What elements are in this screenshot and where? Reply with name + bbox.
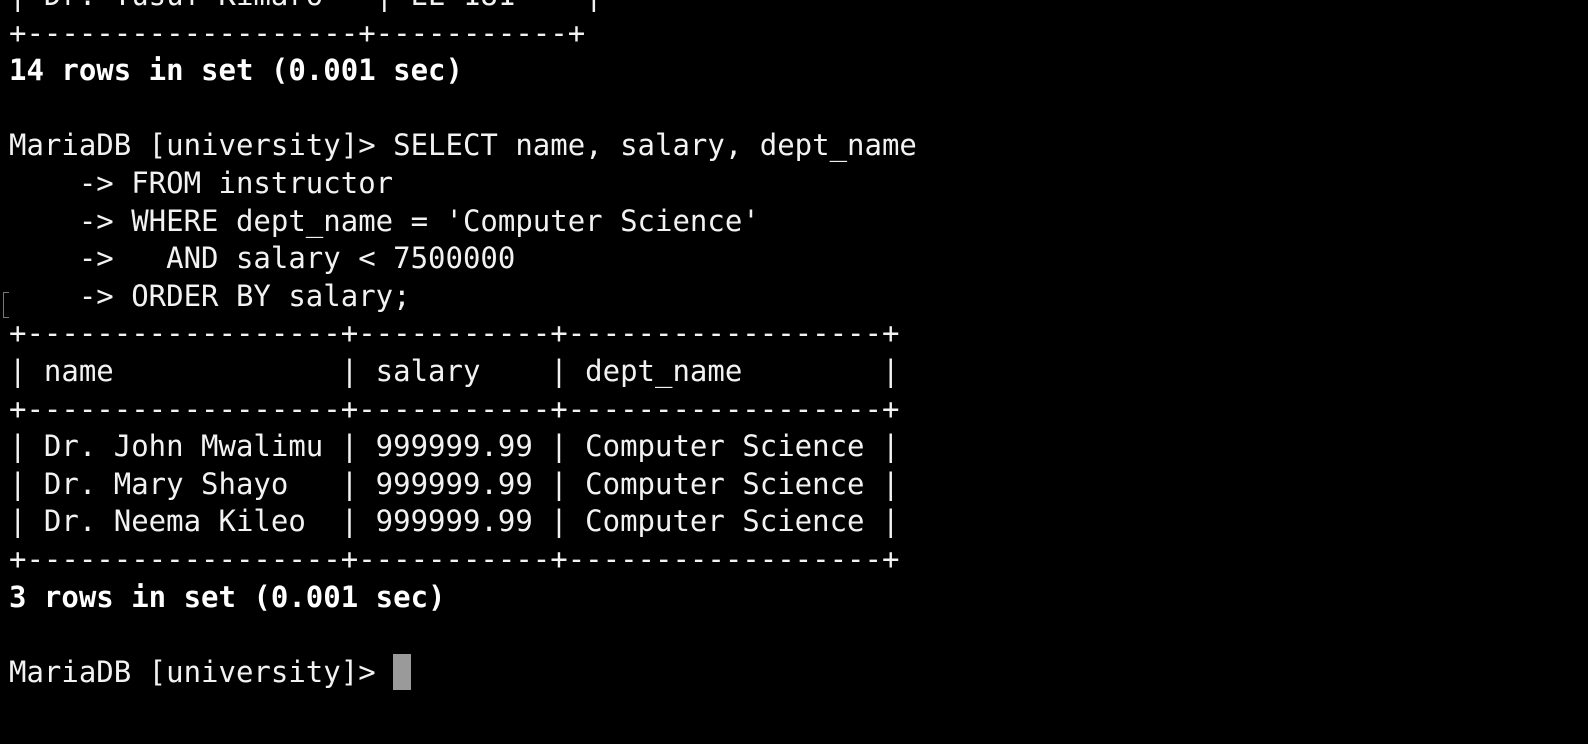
query-line-1: MariaDB [university]> SELECT name, salar…: [9, 128, 917, 163]
table-border-top: +------------------+-----------+--------…: [9, 316, 900, 351]
query-line-3: -> WHERE dept_name = 'Computer Science': [9, 203, 760, 238]
output-line-17: [9, 616, 917, 654]
query-line-2: -> FROM instructor: [9, 165, 394, 200]
table-header-row: | name | salary | dept_name |: [9, 353, 900, 388]
result-summary-2: 3 rows in set (0.001 sec): [9, 579, 446, 614]
table-row: | Dr. John Mwalimu | 999999.99 | Compute…: [9, 429, 900, 464]
table-row: | Dr. Mary Shayo | 999999.99 | Computer …: [9, 466, 900, 501]
output-line-3: [9, 90, 917, 128]
query-line-4: -> AND salary < 7500000: [9, 241, 516, 276]
terminal-output: | Dr. Yusuf Kimaro | EE-181 | +---------…: [9, 0, 917, 691]
text-cursor: [393, 653, 412, 690]
output-line-0: | Dr. Yusuf Kimaro | EE-181 |: [9, 0, 917, 15]
table-border-mid: +------------------+-----------+--------…: [9, 391, 900, 426]
table-border-bottom: +------------------+-----------+--------…: [9, 541, 900, 576]
output-line-1: +-------------------+-----------+: [9, 15, 586, 50]
prompt-line[interactable]: MariaDB [university]>: [9, 653, 917, 692]
query-line-5: -> ORDER BY salary;: [9, 278, 411, 313]
result-summary-1: 14 rows in set (0.001 sec): [9, 53, 463, 88]
prompt-text: MariaDB [university]>: [9, 654, 394, 689]
table-row: | Dr. Neema Kileo | 999999.99 | Computer…: [9, 504, 900, 539]
terminal-window[interactable]: | Dr. Yusuf Kimaro | EE-181 | +---------…: [0, 0, 1588, 744]
